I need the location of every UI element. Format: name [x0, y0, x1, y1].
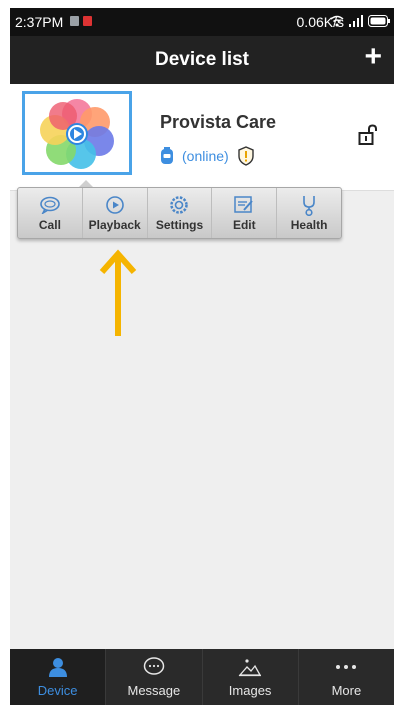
call-label: Call: [38, 217, 61, 232]
device-name: Provista Care: [160, 112, 277, 132]
edit-button[interactable]: Edit: [212, 188, 278, 238]
device-status-row: (online): [160, 146, 255, 166]
tab-message-label: Message: [127, 683, 181, 698]
bottom-navigation: Device Message Images More: [10, 649, 394, 705]
add-device-button[interactable]: +: [364, 42, 382, 72]
photos-flower-icon: [40, 99, 114, 169]
page-title: Device list: [155, 49, 249, 70]
playback-label: Playback: [88, 217, 141, 232]
tab-device-label: Device: [37, 683, 78, 698]
notification-icons: [70, 16, 92, 26]
watch-icon: [161, 147, 173, 164]
edit-icon: [234, 195, 254, 213]
tab-message[interactable]: Message: [106, 649, 203, 705]
image-icon: [238, 659, 262, 677]
shield-alert-icon: [238, 146, 254, 166]
screen: 2:37PM 0.06K/s Device list + Provista Ca…: [10, 8, 394, 705]
stethoscope-icon: [303, 195, 315, 216]
tab-more[interactable]: More: [299, 649, 394, 705]
status-time: 2:37PM: [15, 14, 64, 30]
unlock-icon[interactable]: [358, 124, 378, 151]
tab-more-label: More: [331, 683, 362, 698]
device-list-item[interactable]: Provista Care (online): [10, 84, 394, 191]
tab-images-label: Images: [228, 683, 272, 698]
play-circle-icon: [105, 195, 124, 214]
settings-label: Settings: [155, 217, 204, 232]
cell-signal-icon: [349, 15, 363, 27]
message-icon: [143, 657, 165, 675]
device-thumbnail[interactable]: [22, 91, 132, 175]
edit-label: Edit: [232, 217, 256, 232]
call-button[interactable]: Call: [18, 188, 83, 238]
device-online-status: (online): [182, 148, 229, 164]
battery-icon: [368, 15, 390, 27]
tab-images[interactable]: Images: [203, 649, 299, 705]
settings-button[interactable]: Settings: [148, 188, 213, 238]
status-bar: 2:37PM 0.06K/s: [10, 8, 394, 36]
tab-device[interactable]: Device: [10, 649, 107, 705]
chat-bubble-icon: [40, 196, 60, 214]
device-frame: 2:37PM 0.06K/s Device list + Provista Ca…: [0, 0, 397, 705]
more-dots-icon: [336, 665, 357, 669]
annotation-arrow: [99, 249, 137, 336]
notification-icon: [70, 16, 79, 26]
title-bar: Device list +: [10, 36, 394, 84]
device-action-toolbar: Call Playback Settings Edit Health: [17, 187, 342, 239]
playback-button[interactable]: Playback: [83, 188, 148, 238]
health-label: Health: [290, 217, 328, 232]
gear-icon: [170, 195, 189, 214]
health-button[interactable]: Health: [277, 188, 341, 238]
notification-icon: [83, 16, 92, 26]
wifi-icon: [330, 15, 344, 27]
signal-indicators: [330, 15, 390, 27]
person-icon: [48, 658, 67, 677]
